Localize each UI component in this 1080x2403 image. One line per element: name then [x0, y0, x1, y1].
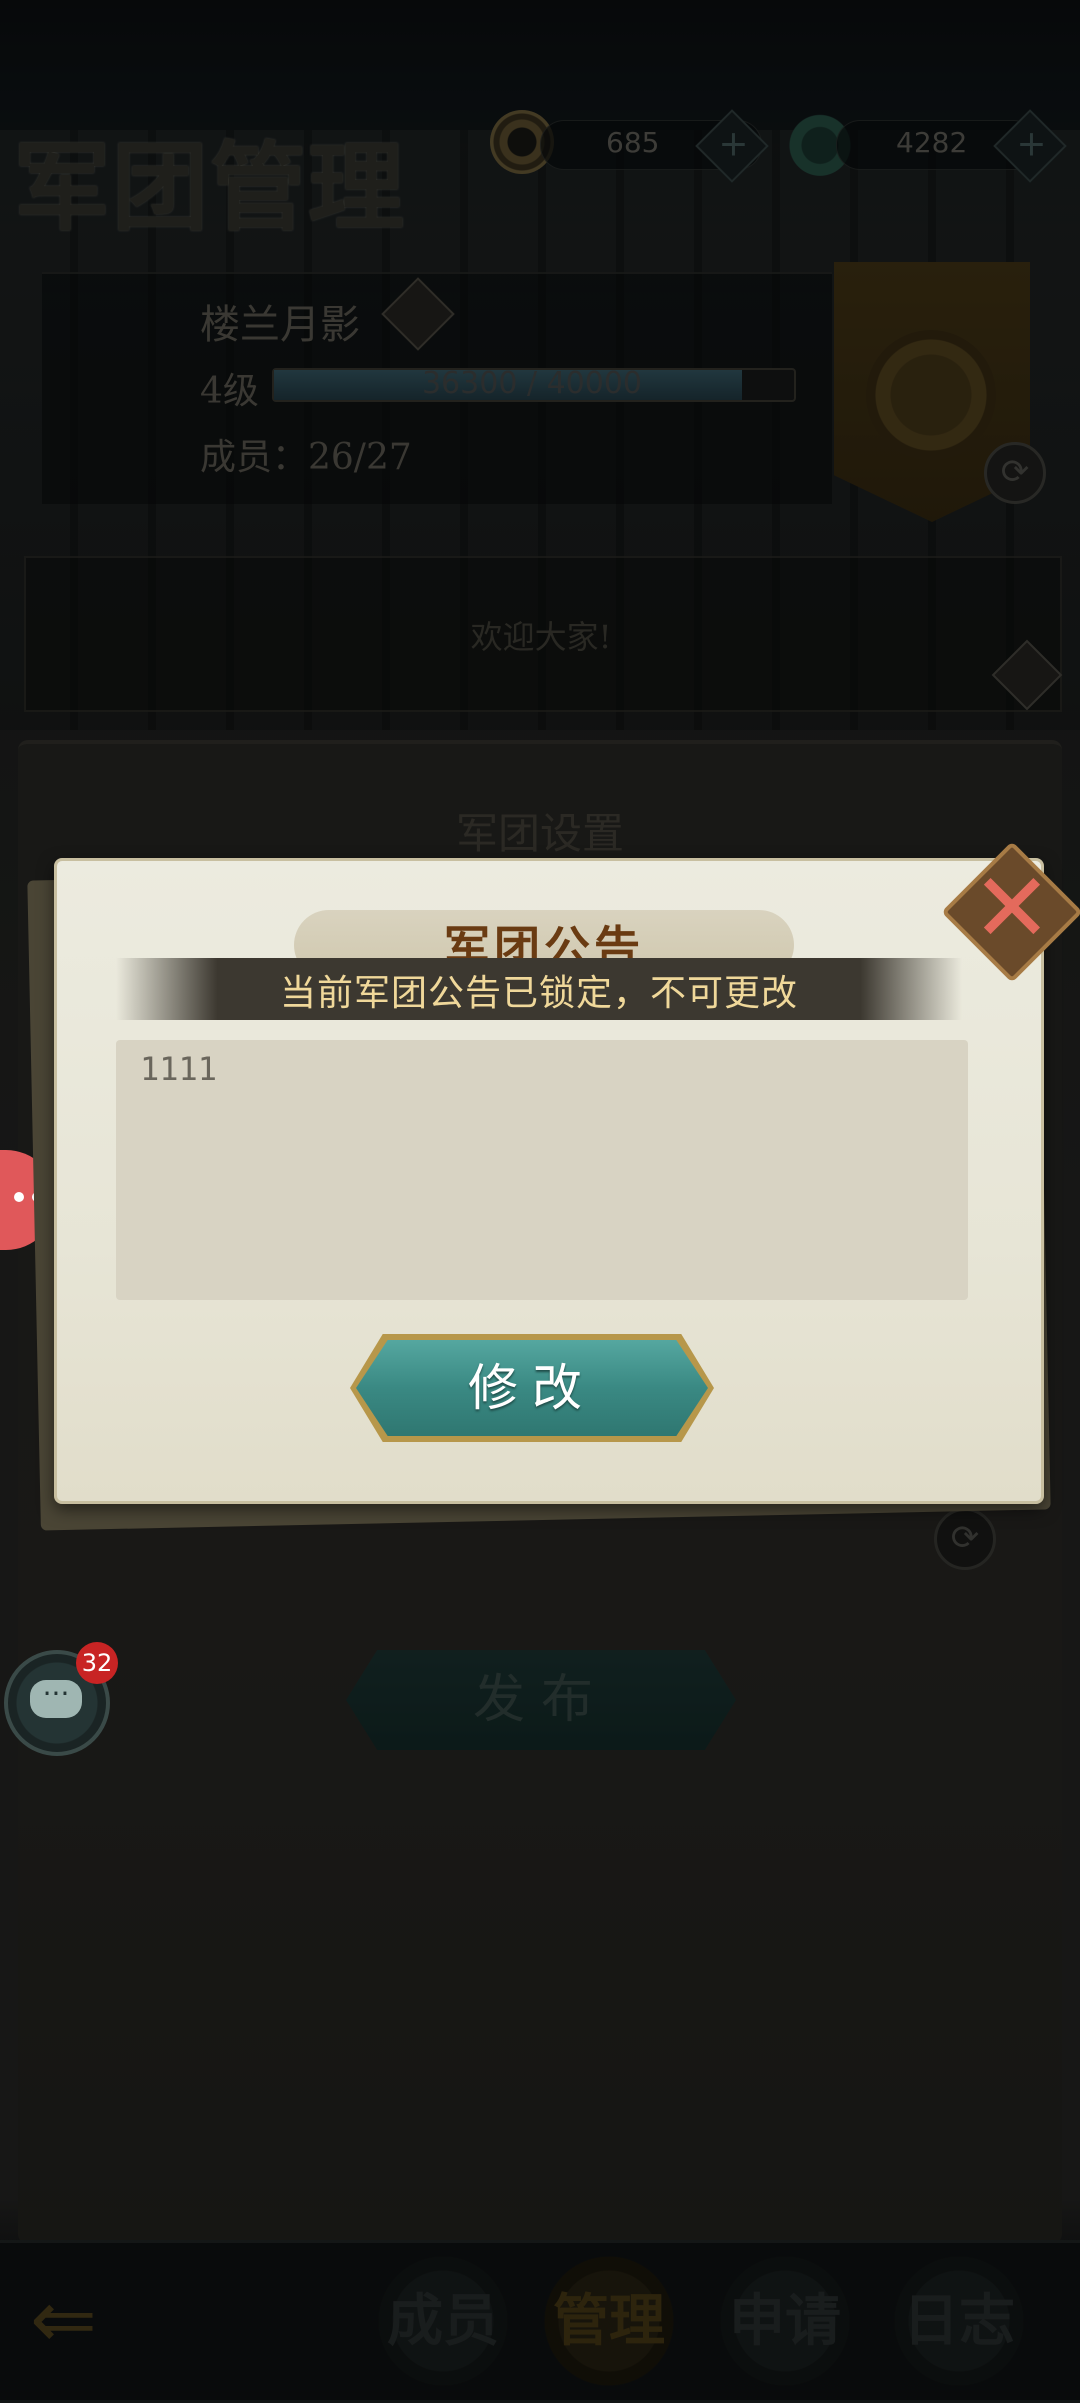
modify-button-label: 修改: [468, 1359, 596, 1417]
chat-unread-badge: 32: [76, 1642, 118, 1684]
dots-icon: [14, 1192, 24, 1202]
chat-bubble-icon: ···: [30, 1680, 82, 1718]
announcement-content: 1111: [140, 1050, 218, 1088]
announcement-textarea[interactable]: [116, 1040, 968, 1300]
locked-message: 当前军团公告已锁定，不可更改: [279, 973, 798, 1014]
close-icon[interactable]: ✕: [962, 858, 1062, 958]
